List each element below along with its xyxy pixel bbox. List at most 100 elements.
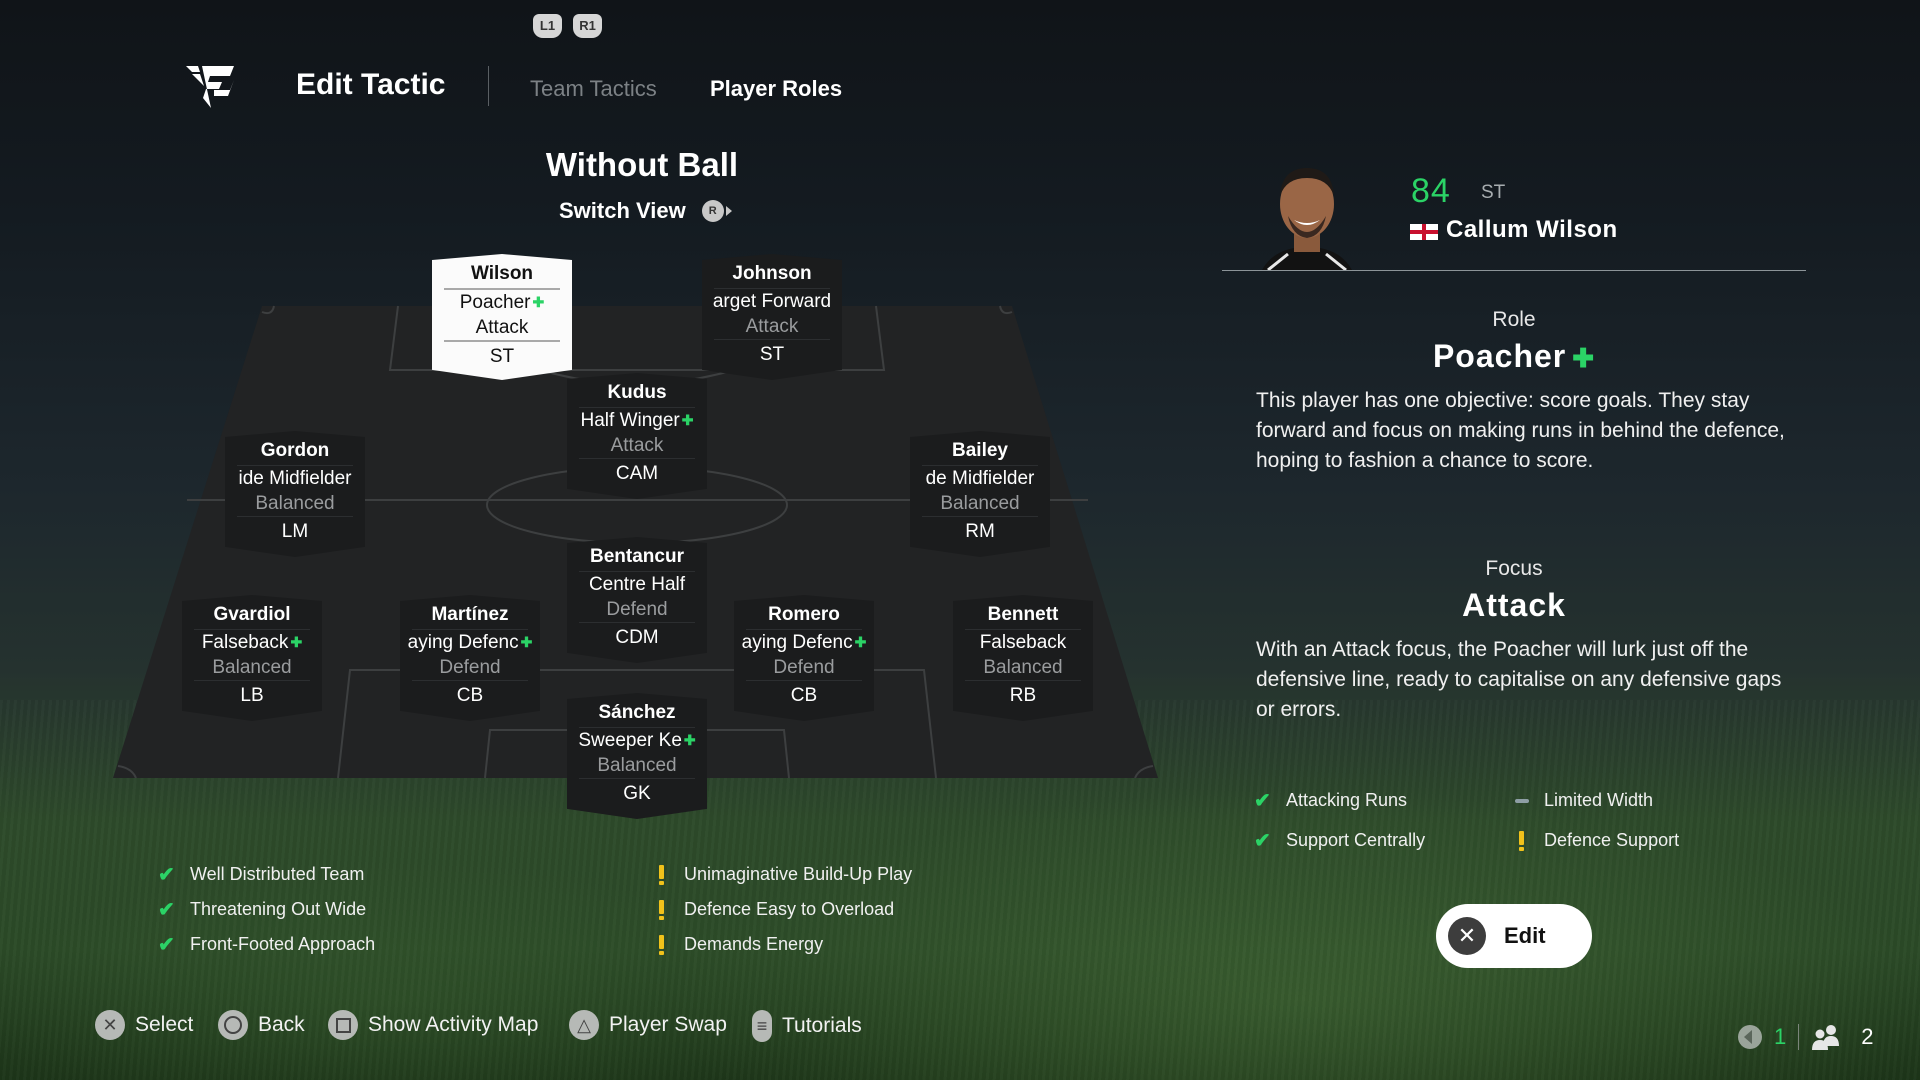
player-card-position: CB xyxy=(456,685,484,706)
player-card-name: Wilson xyxy=(470,263,534,284)
player-card-position: CB xyxy=(790,685,818,706)
player-card-name: Martínez xyxy=(431,604,509,625)
edit-button-label: Edit xyxy=(1504,923,1546,948)
plus-icon: ✚ xyxy=(532,294,545,311)
mic-count: 1 xyxy=(1774,1024,1787,1049)
player-card-role: Falseback xyxy=(979,632,1067,653)
player-card-position: LM xyxy=(281,521,309,542)
corner-arc-bl xyxy=(117,765,137,779)
player-card-role: aying Defenc ✚ xyxy=(407,632,533,653)
triangle-button-icon: △ xyxy=(569,1010,599,1040)
player-card-name: Bailey xyxy=(952,440,1008,461)
player-card-role: Centre Half xyxy=(588,574,686,595)
england-flag-icon xyxy=(1410,224,1438,240)
party-count: 2 xyxy=(1861,1024,1874,1049)
circle-button-icon xyxy=(218,1010,248,1040)
player-card-position: ST xyxy=(489,346,515,367)
team-weakness-item: Defence Easy to Overload xyxy=(652,899,912,920)
player-card-focus: Attack xyxy=(475,317,529,338)
player-card-role: arget Forward xyxy=(712,291,832,312)
player-card-position: RB xyxy=(1009,685,1037,706)
player-card-cdm[interactable]: Bentancur Centre Half Defend CDM xyxy=(567,537,707,663)
player-card-role: Half Winger ✚ xyxy=(580,410,694,431)
check-icon: ✔ xyxy=(1254,829,1271,852)
right-stick-icon: R xyxy=(701,200,732,222)
player-position: ST xyxy=(1481,182,1506,203)
plus-icon: ✚ xyxy=(290,634,303,651)
player-swap-control[interactable]: △ Player Swap xyxy=(569,1010,727,1040)
corner-arc-br xyxy=(1134,765,1154,779)
player-trait-item: ✔ Attacking Runs xyxy=(1254,789,1408,812)
tab-team-tactics[interactable]: Team Tactics xyxy=(530,76,657,102)
player-card-role: Sweeper Ke ✚ xyxy=(578,730,696,751)
check-icon: ✔ xyxy=(158,933,175,956)
player-card-position: RM xyxy=(965,521,995,542)
team-weakness-item: Demands Energy xyxy=(652,934,912,955)
player-card-focus: Balanced xyxy=(255,493,335,514)
player-card-name: Johnson xyxy=(732,263,812,284)
page-title: Edit Tactic xyxy=(296,68,446,101)
player-card-rm[interactable]: Bailey de Midfielder Balanced RM xyxy=(910,431,1050,557)
party-icon xyxy=(1812,1025,1840,1050)
cross-button-icon: ✕ xyxy=(95,1010,125,1040)
warning-icon xyxy=(659,934,665,955)
plus-icon: ✚ xyxy=(854,634,867,651)
player-card-rb[interactable]: Bennett Falseback Balanced RB xyxy=(953,595,1093,721)
player-card-focus: Defend xyxy=(606,599,668,620)
player-card-cb[interactable]: Martínez aying Defenc ✚ Defend CB xyxy=(400,595,540,721)
back-control[interactable]: Back xyxy=(218,1010,305,1040)
player-card-focus: Attack xyxy=(745,316,799,337)
player-card-position: GK xyxy=(623,783,651,804)
edit-button[interactable]: ✕ Edit xyxy=(1436,904,1592,968)
header-divider xyxy=(488,66,489,106)
player-card-cb[interactable]: Romero aying Defenc ✚ Defend CB xyxy=(734,595,874,721)
team-strengths-list: ✔ Well Distributed Team ✔ Threatening Out … xyxy=(158,864,375,955)
player-card-position: LB xyxy=(240,685,264,706)
warning-icon xyxy=(1519,830,1525,851)
panel-divider xyxy=(1222,270,1806,271)
player-card-focus: Attack xyxy=(610,435,664,456)
plus-icon: ✚ xyxy=(683,732,696,749)
corner-arc-tl xyxy=(261,305,275,315)
role-value: Poacher ✚ xyxy=(1433,338,1595,375)
player-card-name: Romero xyxy=(768,604,840,625)
show-activity-map-control[interactable]: Show Activity Map xyxy=(328,1010,538,1040)
role-label: Role xyxy=(1492,308,1536,331)
player-card-name: Gordon xyxy=(260,440,330,461)
player-card-focus: Balanced xyxy=(983,657,1063,678)
warning-icon xyxy=(659,899,665,920)
team-weakness-item: Unimaginative Build-Up Play xyxy=(652,864,912,885)
player-card-position: CAM xyxy=(615,463,659,484)
player-card-position: CDM xyxy=(615,627,659,648)
player-card-lb[interactable]: Gvardiol Falseback ✚ Balanced LB xyxy=(182,595,322,721)
select-control[interactable]: ✕ Select xyxy=(95,1010,193,1040)
player-card-st[interactable]: Johnson arget Forward Attack ST xyxy=(702,254,842,380)
player-card-lm[interactable]: Gordon ide Midfielder Balanced LM xyxy=(225,431,365,557)
r1-bumper-icon[interactable]: R1 xyxy=(573,14,602,38)
check-icon: ✔ xyxy=(158,863,175,886)
player-card-gk[interactable]: Sánchez Sweeper Ke ✚ Balanced GK xyxy=(567,693,707,819)
team-strength-item: ✔ Well Distributed Team xyxy=(158,863,365,886)
focus-description: With an Attack focus, the Poacher will l… xyxy=(1256,638,1782,721)
focus-value: Attack xyxy=(1462,587,1566,623)
player-card-focus: Defend xyxy=(439,657,501,678)
player-card-focus: Balanced xyxy=(940,493,1020,514)
player-card-role: Poacher ✚ xyxy=(459,292,545,313)
view-title: Without Ball xyxy=(545,146,739,183)
l1-bumper-icon[interactable]: L1 xyxy=(533,14,562,38)
tutorials-control[interactable]: ≡ Tutorials xyxy=(752,1010,862,1042)
player-card-focus: Defend xyxy=(773,657,835,678)
role-value-text: Poacher xyxy=(1432,338,1567,374)
switch-view-button[interactable]: Switch View R xyxy=(559,198,732,224)
player-trait-item: ✔ Support Centrally xyxy=(1254,829,1426,852)
team-weaknesses-list: Unimaginative Build-Up Play Defence Easy… xyxy=(652,864,912,955)
check-icon: ✔ xyxy=(158,898,175,921)
player-card-cam[interactable]: Kudus Half Winger ✚ Attack CAM xyxy=(567,373,707,499)
team-strength-item: ✔ Front-Footed Approach xyxy=(158,933,376,956)
switch-view-label: Switch View xyxy=(559,198,686,223)
player-card-name: Kudus xyxy=(607,382,667,403)
microphone-icon xyxy=(1738,1025,1762,1049)
player-card-name: Sánchez xyxy=(598,702,676,723)
player-card-st[interactable]: Wilson Poacher ✚ Attack ST xyxy=(432,254,572,380)
tab-player-roles[interactable]: Player Roles xyxy=(710,76,842,102)
